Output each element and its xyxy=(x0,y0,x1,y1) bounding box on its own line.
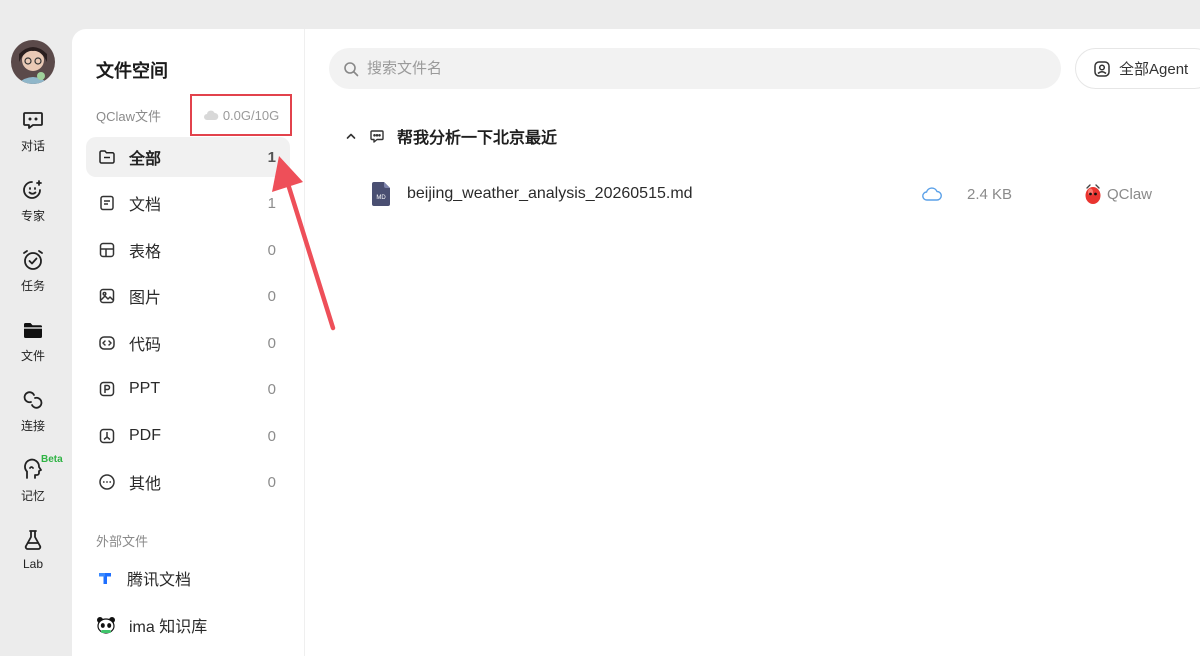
rail-item-expert[interactable]: 专家 xyxy=(0,178,66,238)
pdf-icon xyxy=(99,428,115,444)
category-documents[interactable]: 文档 1 xyxy=(86,183,290,223)
category-ppt[interactable]: PPT 0 xyxy=(86,369,290,409)
category-label: 文档 xyxy=(129,197,162,214)
file-list-area: 全部Agent 帮我分析一下北京最近 MD beijing_weather_an… xyxy=(304,29,1200,656)
search-bar[interactable] xyxy=(329,48,1061,89)
external-tencent-docs[interactable]: 腾讯文档 xyxy=(96,563,191,593)
rail-item-memory[interactable]: Beta 记忆 xyxy=(0,454,66,518)
rail-label: 记忆 xyxy=(20,489,45,503)
category-count: 0 xyxy=(267,334,276,352)
category-sheets[interactable]: 表格 0 xyxy=(86,230,290,270)
external-label: 腾讯文档 xyxy=(127,572,192,589)
category-code[interactable]: 代码 0 xyxy=(86,323,290,363)
image-icon xyxy=(99,288,115,304)
panel-title: 文件空间 xyxy=(96,61,168,81)
category-count: 0 xyxy=(267,473,276,491)
chat-icon xyxy=(370,130,384,143)
file-type-badge: MD xyxy=(376,195,386,201)
rail-item-lab[interactable]: Lab xyxy=(0,528,66,588)
rail-item-files[interactable]: 文件 xyxy=(0,318,66,378)
category-count: 0 xyxy=(267,427,276,445)
user-icon xyxy=(1094,60,1110,77)
search-input[interactable] xyxy=(367,60,967,77)
category-label: 表格 xyxy=(129,244,162,261)
rail-label: Lab xyxy=(22,557,44,571)
conversation-group-header[interactable]: 帮我分析一下北京最近 xyxy=(345,125,557,147)
rail-item-task[interactable]: 任务 xyxy=(0,248,66,308)
category-count: 1 xyxy=(267,194,276,212)
rail-item-chat[interactable]: 对话 xyxy=(0,108,66,168)
category-label: 其他 xyxy=(129,476,162,493)
cloud-icon xyxy=(203,110,219,120)
agent-filter-button[interactable]: 全部Agent xyxy=(1075,48,1200,89)
search-icon xyxy=(344,61,359,76)
ppt-icon xyxy=(99,381,115,397)
agent-filter-label: 全部Agent xyxy=(1119,61,1189,78)
rail-label: 文件 xyxy=(20,349,45,363)
storage-usage: 0.0G/10G xyxy=(190,94,292,136)
external-files-label: 外部文件 xyxy=(96,534,149,549)
smile-sparkle-icon xyxy=(23,180,42,199)
file-name: beijing_weather_analysis_20260515.md xyxy=(407,185,693,202)
alarm-icon xyxy=(23,250,43,270)
file-row[interactable]: MD beijing_weather_analysis_20260515.md … xyxy=(369,182,1200,208)
chat-icon xyxy=(23,112,43,129)
category-count: 0 xyxy=(267,287,276,305)
folder-icon xyxy=(24,323,42,338)
qclaw-logo-icon xyxy=(1085,184,1101,204)
table-icon xyxy=(99,242,115,258)
rail-label: 连接 xyxy=(20,419,45,433)
category-images[interactable]: 图片 0 xyxy=(86,276,290,316)
file-owner: QClaw xyxy=(1107,186,1153,203)
category-count: 0 xyxy=(267,241,276,259)
more-icon xyxy=(99,474,115,490)
document-icon xyxy=(100,195,114,211)
rail-label: 专家 xyxy=(20,209,45,223)
category-label: 全部 xyxy=(129,151,162,168)
rail-item-connect[interactable]: 连接 xyxy=(0,388,66,448)
storage-text: 0.0G/10G xyxy=(222,107,280,123)
category-label: 图片 xyxy=(129,290,162,307)
category-pdf[interactable]: PDF 0 xyxy=(86,416,290,456)
qclaw-files-label: QClaw文件 xyxy=(96,109,162,124)
category-count: 1 xyxy=(267,148,276,166)
code-icon xyxy=(99,336,115,350)
conversation-group-title: 帮我分析一下北京最近 xyxy=(397,130,558,147)
category-count: 0 xyxy=(267,380,276,398)
flask-icon xyxy=(24,530,42,550)
rail-label: 任务 xyxy=(20,279,45,293)
folder-outline-icon xyxy=(99,150,115,164)
cloud-sync-icon[interactable] xyxy=(922,186,942,202)
beta-badge: Beta xyxy=(41,454,63,465)
tencent-docs-icon xyxy=(99,573,111,584)
category-label: PDF xyxy=(129,427,161,444)
category-other[interactable]: 其他 0 xyxy=(86,462,290,502)
external-label: ima 知识库 xyxy=(129,619,208,636)
rail-label: 对话 xyxy=(20,139,45,153)
file-space-panel: 文件空间 QClaw文件 0.0G/10G 全部 1 文档 1 表格 0 图片 … xyxy=(72,29,304,656)
file-size: 2.4 KB xyxy=(967,186,1013,203)
external-ima-knowledge[interactable]: ima 知识库 xyxy=(96,610,207,640)
category-label: 代码 xyxy=(129,337,162,354)
nav-rail: 对话 专家 任务 文件 连接 Beta 记忆 Lab xyxy=(0,0,72,656)
category-all[interactable]: 全部 1 xyxy=(86,137,290,177)
link-icon xyxy=(23,391,43,409)
avatar[interactable] xyxy=(11,40,55,84)
category-label: PPT xyxy=(129,380,161,397)
chevron-up-icon[interactable] xyxy=(345,130,357,142)
panda-icon xyxy=(97,617,115,634)
markdown-file-icon: MD xyxy=(372,182,390,206)
